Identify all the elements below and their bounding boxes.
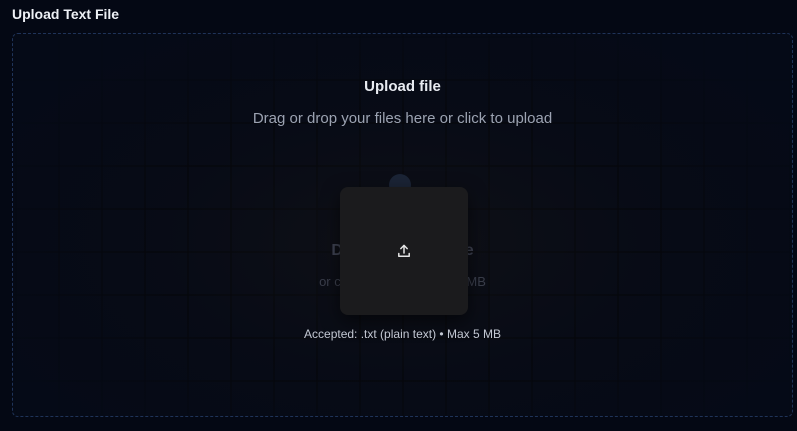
file-dropzone[interactable]: Upload file Drag or drop your files here…: [12, 33, 793, 417]
upload-page: Upload Text File Upload file Drag or dro…: [0, 0, 797, 431]
upload-instructions: Drag or drop your files here or click to…: [252, 110, 553, 127]
upload-heading: Upload file: [364, 78, 441, 95]
upload-icon: [398, 244, 410, 257]
section-title: Upload Text File: [12, 6, 120, 22]
accepted-file-types: Accepted: .txt (plain text) • Max 5 MB: [304, 327, 501, 341]
upload-button[interactable]: [340, 187, 468, 315]
